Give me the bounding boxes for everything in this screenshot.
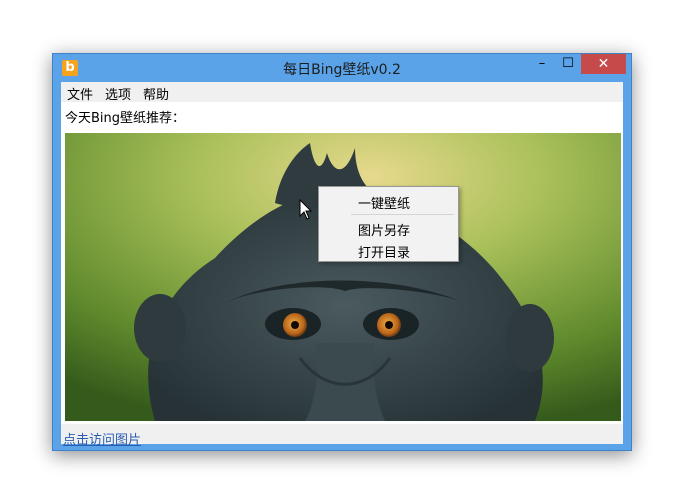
ctx-separator [351, 214, 454, 215]
ctx-open-directory[interactable]: 打开目录 [358, 242, 410, 261]
mouse-cursor-icon [299, 198, 313, 225]
ctx-save-image-as[interactable]: 图片另存 [358, 220, 410, 239]
maximize-button[interactable]: ☐ [555, 54, 581, 74]
ctx-set-wallpaper[interactable]: 一键壁纸 [358, 193, 410, 212]
close-button[interactable]: ✕ [581, 54, 626, 74]
menu-file[interactable]: 文件 [67, 84, 93, 103]
title-bar[interactable]: b 每日Bing壁纸v0.2 – ☐ ✕ [53, 54, 631, 82]
wallpaper-image[interactable] [65, 133, 621, 421]
today-wallpaper-label: 今天Bing壁纸推荐： [65, 111, 186, 126]
minimize-button[interactable]: – [529, 54, 555, 74]
visit-image-link[interactable]: 点击访问图片 [63, 429, 141, 448]
client-area: 文件 选项 帮助 今天Bing壁纸推荐： 点击访问图片 [61, 82, 623, 448]
status-bar: 点击访问图片 [61, 424, 623, 448]
menu-help[interactable]: 帮助 [143, 84, 169, 103]
context-menu: 一键壁纸 图片另存 打开目录 [318, 186, 459, 262]
menu-options[interactable]: 选项 [105, 84, 131, 103]
menu-bar: 文件 选项 帮助 [61, 82, 623, 103]
